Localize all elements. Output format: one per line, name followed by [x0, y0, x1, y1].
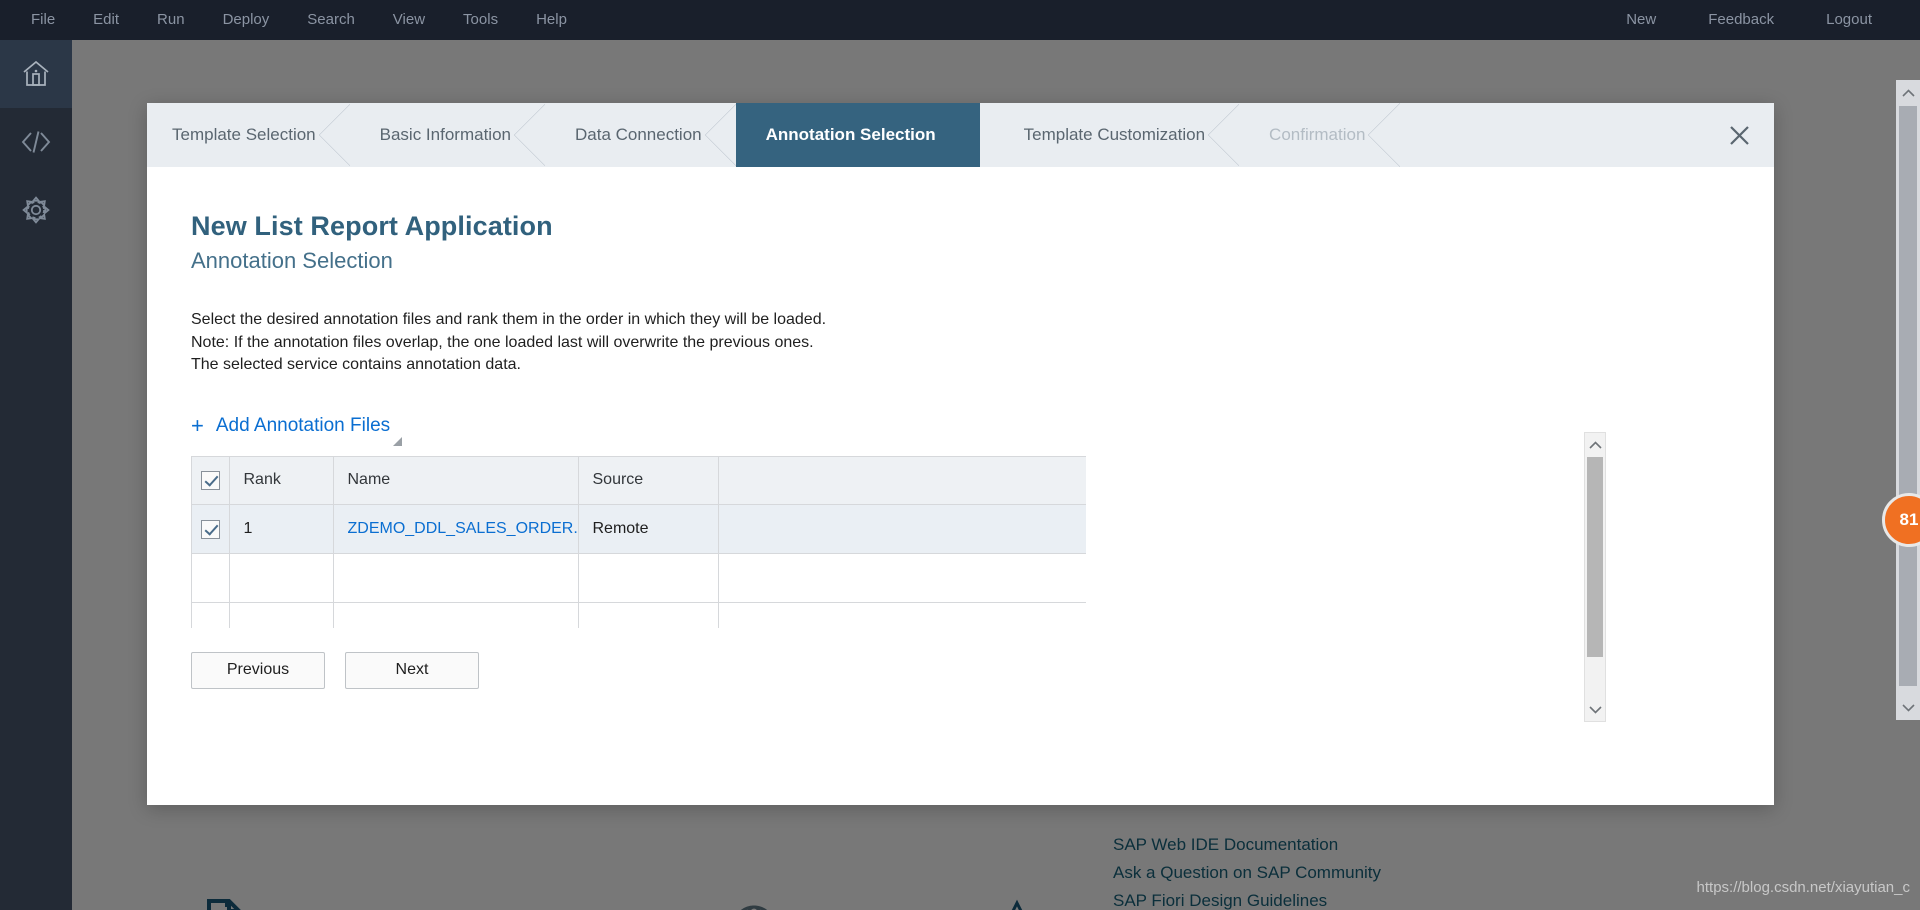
wizard-step-basic-information[interactable]: Basic Information: [349, 103, 547, 167]
step-label: Template Customization: [1023, 125, 1206, 144]
menu-item-new[interactable]: New: [1600, 0, 1682, 40]
gear-icon: [21, 195, 51, 225]
scroll-up-icon[interactable]: [1585, 433, 1605, 457]
select-all-checkbox-cell[interactable]: [192, 456, 230, 505]
wizard-step-annotation-selection[interactable]: Annotation Selection: [735, 103, 1010, 167]
cell-source: [578, 553, 719, 603]
next-button[interactable]: Next: [345, 651, 479, 689]
wizard-step-template-customization[interactable]: Template Customization: [979, 103, 1241, 167]
new-list-report-wizard-dialog: Template Selection Basic Information Dat…: [147, 103, 1774, 805]
menu-item-feedback[interactable]: Feedback: [1682, 0, 1800, 40]
wizard-footer-buttons: Previous Next: [191, 651, 1774, 689]
step-label: Basic Information: [379, 125, 511, 144]
row-checkbox-cell[interactable]: [192, 553, 230, 603]
cell-rank: [229, 602, 334, 628]
description-line: The selected service contains annotation…: [191, 356, 521, 373]
scrollbar-track[interactable]: [1896, 106, 1920, 694]
column-header-rank[interactable]: Rank: [229, 456, 334, 505]
top-menubar: File Edit Run Deploy Search View Tools H…: [0, 0, 1920, 40]
add-annotation-files-label: Add Annotation Files: [215, 414, 391, 436]
sidebar-item-settings[interactable]: [0, 176, 72, 244]
description-line: Note: If the annotation files overlap, t…: [191, 333, 814, 351]
select-all-checkbox[interactable]: [200, 470, 220, 490]
cell-source: [578, 602, 719, 628]
menubar-left-group: File Edit Run Deploy Search View Tools H…: [0, 0, 586, 40]
step-label: Annotation Selection: [765, 125, 936, 144]
scrollbar-thumb[interactable]: [1899, 106, 1917, 686]
wizard-body: New List Report Application Annotation S…: [147, 167, 1774, 805]
menu-item-logout[interactable]: Logout: [1800, 0, 1898, 40]
cell-name: [333, 553, 579, 603]
home-icon: [21, 59, 51, 89]
step-label: Data Connection: [574, 125, 702, 144]
sidebar-item-code[interactable]: [0, 108, 72, 176]
cell-name: [333, 602, 579, 628]
add-annotation-files-button[interactable]: + Add Annotation Files: [191, 412, 403, 446]
watermark-text: https://blog.csdn.net/xiayutian_c: [1696, 879, 1910, 896]
menu-item-run[interactable]: Run: [138, 0, 204, 40]
step-label: Template Selection: [172, 125, 316, 144]
table-row[interactable]: [192, 602, 1086, 628]
cell-extra: [718, 602, 1086, 628]
scroll-up-icon[interactable]: [1896, 80, 1920, 106]
scroll-down-icon[interactable]: [1896, 694, 1920, 720]
close-icon[interactable]: [1704, 103, 1774, 167]
menubar-right-group: New Feedback Logout: [1600, 0, 1920, 40]
row-checkbox[interactable]: [200, 519, 220, 539]
menu-item-tools[interactable]: Tools: [444, 0, 517, 40]
annotation-files-table: Rank Name Source 1 ZDEMO_DDL_SALES_ORDER…: [191, 455, 1086, 628]
left-sidebar: [0, 40, 72, 910]
plus-icon: +: [191, 412, 204, 438]
menu-item-help[interactable]: Help: [517, 0, 586, 40]
wizard-step-header: Template Selection Basic Information Dat…: [147, 103, 1774, 167]
scrollbar-thumb[interactable]: [1587, 457, 1603, 657]
menu-item-file[interactable]: File: [12, 0, 74, 40]
cell-source: Remote: [578, 504, 719, 554]
app-root: SAP Web IDE Documentation Ask a Question…: [0, 0, 1920, 910]
annotation-panel-scrollbar[interactable]: [1584, 432, 1606, 722]
column-header-source[interactable]: Source: [578, 456, 719, 505]
menu-item-search[interactable]: Search: [288, 0, 374, 40]
column-header-name[interactable]: Name: [333, 456, 579, 505]
page-subtitle: Annotation Selection: [191, 248, 393, 273]
wizard-step-template-selection[interactable]: Template Selection: [147, 103, 351, 167]
cell-rank: 1: [229, 504, 334, 554]
wizard-steps: Template Selection Basic Information Dat…: [147, 103, 1401, 167]
table-row[interactable]: [192, 553, 1086, 603]
wizard-step-data-connection[interactable]: Data Connection: [544, 103, 737, 167]
menu-item-view[interactable]: View: [374, 0, 444, 40]
menu-item-deploy[interactable]: Deploy: [204, 0, 289, 40]
code-icon: [20, 129, 52, 155]
column-header-extra[interactable]: [718, 456, 1086, 505]
cell-extra: [718, 553, 1086, 603]
scroll-down-icon[interactable]: [1585, 697, 1605, 721]
cell-rank: [229, 553, 334, 603]
table-row[interactable]: 1 ZDEMO_DDL_SALES_ORDER... Remote: [192, 504, 1086, 554]
resize-grip-icon[interactable]: [393, 436, 403, 446]
description-text: Select the desired annotation files and …: [191, 309, 1774, 377]
wizard-step-confirmation: Confirmation: [1239, 103, 1401, 167]
cell-name[interactable]: ZDEMO_DDL_SALES_ORDER...: [333, 504, 579, 554]
description-line: Select the desired annotation files and …: [191, 311, 827, 328]
sidebar-item-home[interactable]: [0, 40, 72, 108]
table-header-row: Rank Name Source: [192, 456, 1086, 505]
row-checkbox-cell[interactable]: [192, 602, 230, 628]
cell-extra: [718, 504, 1086, 554]
annotation-file-link[interactable]: ZDEMO_DDL_SALES_ORDER...: [348, 520, 578, 537]
scrollbar-track[interactable]: [1585, 457, 1605, 697]
menu-item-edit[interactable]: Edit: [74, 0, 138, 40]
workspace-scrollbar[interactable]: [1896, 80, 1920, 720]
row-checkbox-cell[interactable]: [192, 504, 230, 554]
step-label: Confirmation: [1269, 125, 1366, 144]
previous-button[interactable]: Previous: [191, 651, 325, 689]
page-title: New List Report Application: [191, 211, 553, 241]
